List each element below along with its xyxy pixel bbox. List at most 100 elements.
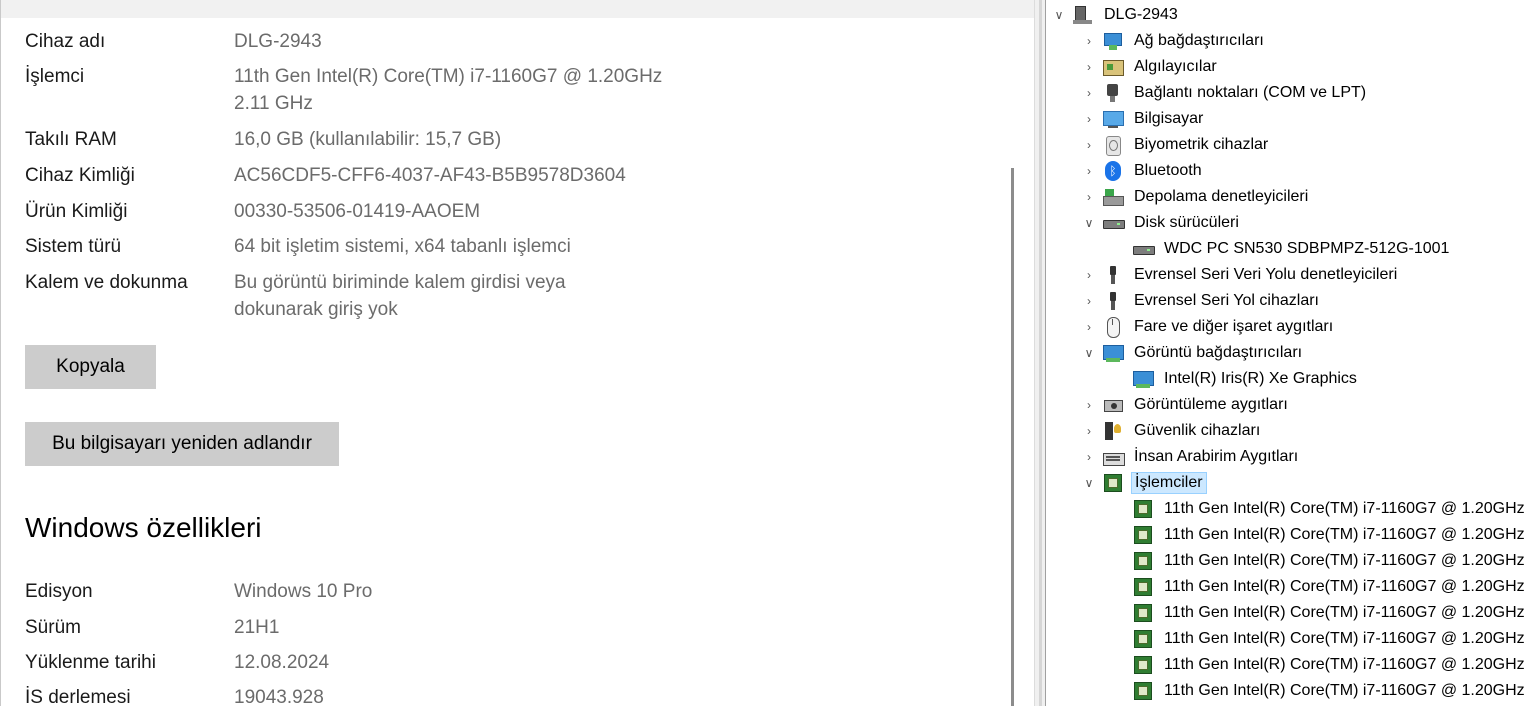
tree-node[interactable]: 11th Gen Intel(R) Core(TM) i7-1160G7 @ 1… — [1132, 523, 1528, 547]
spec-value: 16,0 GB (kullanılabilir: 15,7 GB) — [234, 129, 502, 150]
processor-icon — [1102, 473, 1124, 493]
chevron-right-icon[interactable]: › — [1082, 419, 1096, 443]
chevron-right-icon[interactable]: › — [1082, 445, 1096, 469]
tree-node[interactable]: › Ağ bağdaştırıcıları — [1082, 29, 1267, 53]
disk-drive-icon — [1102, 213, 1125, 233]
copy-button[interactable]: Kopyala — [25, 345, 156, 389]
tree-node[interactable]: › Güvenlik cihazları — [1082, 419, 1263, 443]
tree-node[interactable]: 11th Gen Intel(R) Core(TM) i7-1160G7 @ 1… — [1132, 549, 1528, 573]
tree-node-label: Depolama denetleyicileri — [1134, 188, 1309, 205]
spec-value: 64 bit işletim sistemi, x64 tabanlı işle… — [234, 236, 571, 257]
imaging-device-icon — [1102, 395, 1124, 415]
tree-node-label: 11th Gen Intel(R) Core(TM) i7-1160G7 @ 1… — [1164, 578, 1525, 595]
settings-scrollbar[interactable] — [1011, 168, 1014, 706]
tree-node-label: İşlemciler — [1131, 472, 1207, 494]
spec-value-line2: 2.11 GHz — [234, 93, 313, 114]
port-icon — [1102, 83, 1124, 103]
chevron-down-icon[interactable]: ∨ — [1082, 211, 1096, 235]
tree-node-label: Güvenlik cihazları — [1134, 422, 1261, 439]
tree-node[interactable]: WDC PC SN530 SDBPMPZ-512G-1001 — [1132, 237, 1452, 261]
chevron-right-icon[interactable]: › — [1082, 315, 1096, 339]
spec-label: Sistem türü — [25, 236, 122, 257]
tree-node[interactable]: ∨ İşlemciler — [1082, 471, 1207, 495]
tree-node[interactable]: › Bağlantı noktaları (COM ve LPT) — [1082, 81, 1369, 105]
tree-node[interactable]: › İnsan Arabirim Aygıtları — [1082, 445, 1301, 469]
chevron-right-icon[interactable]: › — [1082, 289, 1096, 313]
spec-label: Edisyon — [25, 581, 93, 602]
tree-node[interactable]: ∨ Görüntü bağdaştırıcıları — [1082, 341, 1305, 365]
tree-node-label: 11th Gen Intel(R) Core(TM) i7-1160G7 @ 1… — [1164, 500, 1525, 517]
spec-value: AC56CDF5-CFF6-4037-AF43-B5B9578D3604 — [234, 165, 626, 186]
tree-node[interactable]: ∨ DLG-2943 — [1052, 3, 1181, 27]
processor-icon — [1132, 655, 1154, 675]
tree-node-label: 11th Gen Intel(R) Core(TM) i7-1160G7 @ 1… — [1164, 682, 1525, 699]
chevron-right-icon[interactable]: › — [1082, 263, 1096, 287]
rename-pc-button[interactable]: Bu bilgisayarı yeniden adlandır — [25, 422, 339, 466]
mouse-icon — [1102, 317, 1124, 338]
tree-node[interactable]: › Evrensel Seri Veri Yolu denetleyicileri — [1082, 263, 1400, 287]
processor-icon — [1132, 525, 1154, 545]
tree-node[interactable]: 11th Gen Intel(R) Core(TM) i7-1160G7 @ 1… — [1132, 627, 1528, 651]
spec-value: 19043.928 — [234, 687, 324, 708]
device-manager-tree: ∨ DLG-2943 › Ağ bağdaştırıcıları › Algılayıcı… — [1046, 0, 1536, 706]
tree-node-label: 11th Gen Intel(R) Core(TM) i7-1160G7 @ 1… — [1164, 526, 1525, 543]
spec-value: Windows 10 Pro — [234, 581, 373, 602]
tree-node-label: Bluetooth — [1134, 162, 1202, 179]
chevron-right-icon[interactable]: › — [1082, 159, 1096, 183]
spec-value: 12.08.2024 — [234, 652, 330, 673]
spec-label: Sürüm — [25, 617, 81, 638]
tree-node[interactable]: 11th Gen Intel(R) Core(TM) i7-1160G7 @ 1… — [1132, 679, 1528, 703]
spec-value: 11th Gen Intel(R) Core(TM) i7-1160G7 @ 1… — [234, 66, 663, 87]
chevron-right-icon[interactable]: › — [1082, 81, 1096, 105]
chevron-down-icon[interactable]: ∨ — [1052, 3, 1066, 27]
tree-node-label: Evrensel Seri Yol cihazları — [1134, 292, 1319, 309]
tree-node[interactable]: › Bluetooth — [1082, 159, 1205, 183]
computer-icon — [1102, 109, 1124, 129]
chevron-right-icon[interactable]: › — [1082, 133, 1096, 157]
tree-node[interactable]: 11th Gen Intel(R) Core(TM) i7-1160G7 @ 1… — [1132, 575, 1528, 599]
chevron-down-icon[interactable]: ∨ — [1082, 341, 1096, 365]
tree-node[interactable]: › Biyometrik cihazlar — [1082, 133, 1271, 157]
tree-node-label: Ağ bağdaştırıcıları — [1134, 32, 1264, 49]
chevron-right-icon[interactable]: › — [1082, 185, 1096, 209]
processor-icon — [1132, 577, 1154, 597]
tree-node-label: Fare ve diğer işaret aygıtları — [1134, 318, 1334, 335]
chevron-down-icon[interactable]: ∨ — [1082, 471, 1096, 495]
biometric-icon — [1102, 135, 1124, 156]
tree-node[interactable]: ∨ Disk sürücüleri — [1082, 211, 1242, 235]
tree-node[interactable]: › Algılayıcılar — [1082, 55, 1220, 79]
tree-node[interactable]: Intel(R) Iris(R) Xe Graphics — [1132, 367, 1360, 391]
tree-node[interactable]: › Fare ve diğer işaret aygıtları — [1082, 315, 1336, 339]
spec-label: Kalem ve dokunma — [25, 272, 188, 293]
root-computer-icon — [1072, 5, 1094, 25]
chevron-right-icon[interactable]: › — [1082, 107, 1096, 131]
tree-node-label: 11th Gen Intel(R) Core(TM) i7-1160G7 @ 1… — [1164, 656, 1525, 673]
tree-node-label: Bilgisayar — [1134, 110, 1204, 127]
windows-specs-title: Windows özellikleri — [25, 512, 262, 543]
chevron-right-icon[interactable]: › — [1082, 393, 1096, 417]
tree-node[interactable]: › Evrensel Seri Yol cihazları — [1082, 289, 1322, 313]
window-splitter[interactable] — [1034, 0, 1046, 706]
tree-node[interactable]: 11th Gen Intel(R) Core(TM) i7-1160G7 @ 1… — [1132, 497, 1528, 521]
tree-node[interactable]: › Bilgisayar — [1082, 107, 1206, 131]
processor-icon — [1132, 499, 1154, 519]
spec-label: Takılı RAM — [25, 129, 117, 150]
spec-label: Yüklenme tarihi — [25, 652, 156, 673]
tree-node[interactable]: 11th Gen Intel(R) Core(TM) i7-1160G7 @ 1… — [1132, 653, 1528, 677]
spec-value-line2: dokunarak giriş yok — [234, 299, 398, 320]
tree-node[interactable]: › Görüntüleme aygıtları — [1082, 393, 1291, 417]
processor-icon — [1132, 629, 1154, 649]
spec-value: 00330-53506-01419-AAOEM — [234, 201, 481, 222]
tree-node-label: WDC PC SN530 SDBPMPZ-512G-1001 — [1164, 240, 1450, 257]
chevron-right-icon[interactable]: › — [1082, 55, 1096, 79]
splitter-scroll-thumb[interactable] — [1039, 0, 1042, 706]
display-adapter-icon — [1102, 343, 1124, 363]
spec-value: Bu görüntü biriminde kalem girdisi veya — [234, 272, 566, 293]
tree-node[interactable]: › Depolama denetleyicileri — [1082, 185, 1311, 209]
tree-node-label: Bağlantı noktaları (COM ve LPT) — [1134, 84, 1367, 101]
bluetooth-icon — [1102, 161, 1124, 181]
chevron-right-icon[interactable]: › — [1082, 29, 1096, 53]
tree-node-label: Görüntü bağdaştırıcıları — [1134, 344, 1303, 361]
tree-node-label: Biyometrik cihazlar — [1134, 136, 1269, 153]
tree-node[interactable]: 11th Gen Intel(R) Core(TM) i7-1160G7 @ 1… — [1132, 601, 1528, 625]
